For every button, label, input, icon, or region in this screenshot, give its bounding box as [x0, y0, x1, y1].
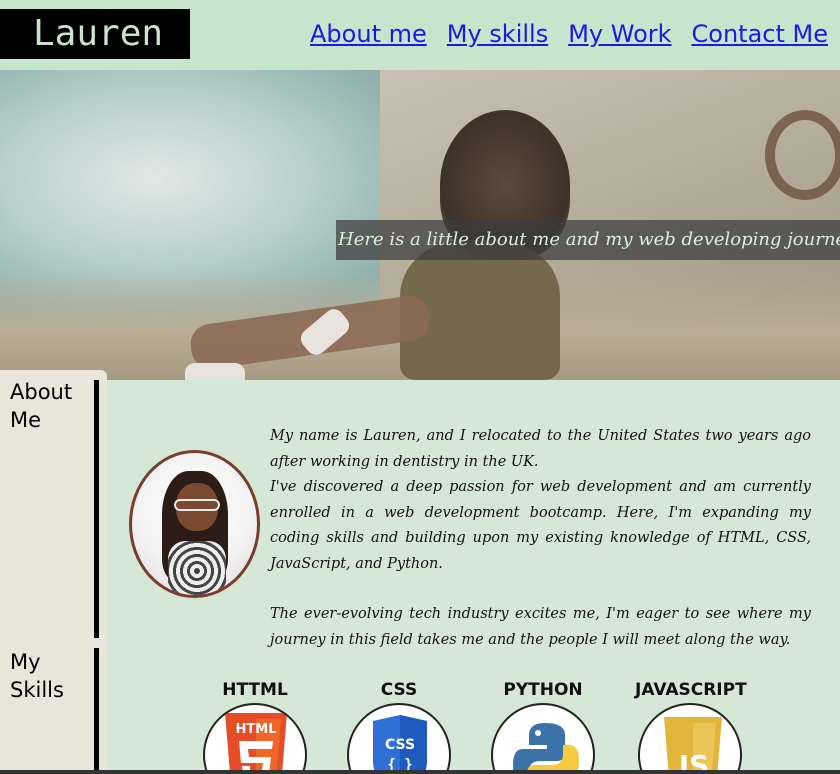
hero-banner: Here is a little about me and my web dev… [0, 70, 840, 380]
main-nav: About me My skills My Work Contact Me [310, 14, 828, 54]
skill-icon-circle: JS [638, 703, 742, 774]
skill-icon-circle [491, 703, 595, 774]
nav-link-my-skills[interactable]: My skills [447, 14, 548, 54]
nav-link-about-me[interactable]: About me [310, 14, 427, 54]
about-paragraph-3: The ever-evolving tech industry excites … [270, 606, 811, 648]
skill-python: PYTHON [488, 680, 598, 774]
skill-label: JAVASCRIPT [635, 680, 747, 700]
skill-icon-circle: CSS { } [347, 703, 451, 774]
hero-photo-wheel [765, 110, 840, 200]
nav-link-my-work[interactable]: My Work [568, 14, 671, 54]
bottom-border [0, 770, 840, 774]
site-header: Lauren About me My skills My Work Contac… [0, 0, 840, 70]
skill-javascript: JAVASCRIPT JS [635, 680, 747, 774]
avatar-glasses [174, 499, 220, 511]
profile-avatar [129, 450, 260, 598]
svg-text:HTML: HTML [236, 722, 277, 737]
about-sidebar: About Me [0, 370, 107, 640]
css3-icon: CSS { } [373, 715, 427, 774]
hero-photo-shoe [185, 363, 245, 380]
about-divider [94, 380, 99, 638]
about-text: My name is Lauren, and I relocated to th… [270, 424, 811, 653]
site-logo[interactable]: Lauren [0, 9, 190, 59]
html5-icon: HTML [225, 713, 287, 774]
avatar-shirt [168, 541, 226, 595]
about-paragraph-2: I've discovered a deep passion for web d… [270, 479, 811, 572]
javascript-icon: JS [664, 717, 722, 774]
about-section-label: About Me [10, 380, 73, 432]
skill-icon-circle: HTML [203, 703, 307, 774]
skill-label: PYTHON [503, 680, 583, 700]
skill-html: HTTML HTML [200, 680, 310, 774]
nav-link-contact-me[interactable]: Contact Me [692, 14, 828, 54]
about-paragraph-1: My name is Lauren, and I relocated to th… [270, 428, 811, 470]
skill-label: HTTML [222, 680, 288, 700]
svg-text:CSS: CSS [385, 737, 415, 753]
hero-tagline: Here is a little about me and my web dev… [336, 220, 840, 260]
python-icon [513, 723, 579, 774]
skills-section-label: My Skills [10, 650, 64, 702]
skill-label: CSS [380, 680, 418, 700]
skills-divider [94, 648, 99, 774]
skills-sidebar: My Skills [0, 640, 107, 774]
skill-css: CSS CSS { } [344, 680, 454, 774]
